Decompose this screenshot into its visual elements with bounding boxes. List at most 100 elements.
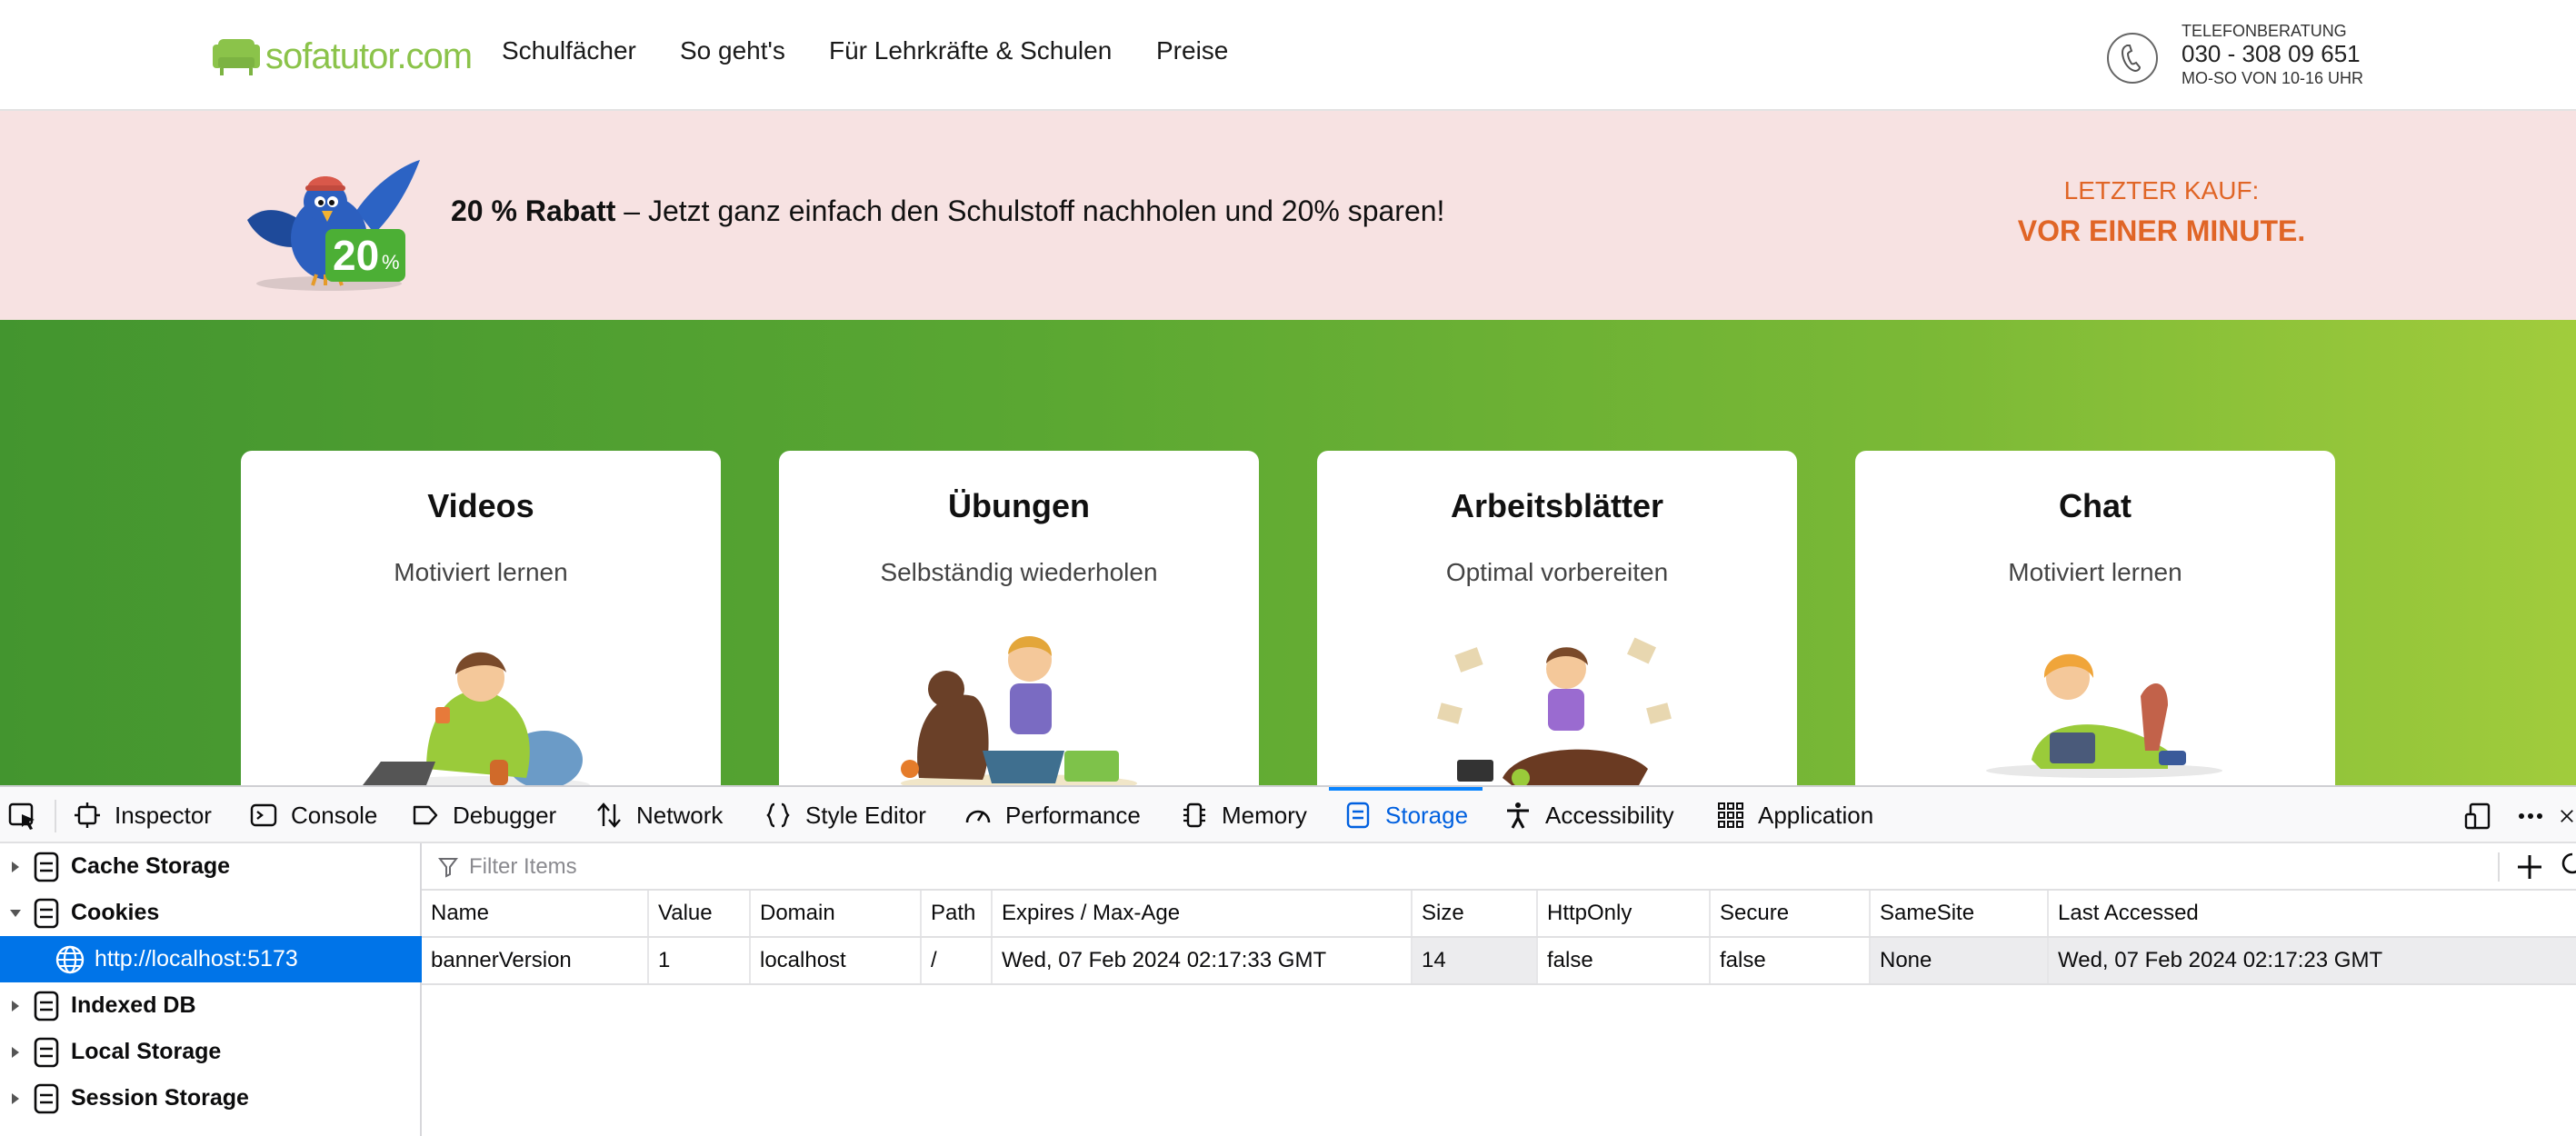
cell-domain[interactable]: localhost bbox=[751, 938, 922, 983]
table-row[interactable]: bannerVersion 1 localhost / Wed, 07 Feb … bbox=[422, 938, 2576, 985]
promo-banner[interactable]: 20 % 20 % Rabatt – Jetzt ganz einfach de… bbox=[0, 111, 2576, 320]
column-header-name[interactable]: Name bbox=[422, 891, 649, 936]
last-purchase-label: LETZTER KAUF: bbox=[2063, 176, 2260, 204]
debugger-icon bbox=[413, 805, 438, 825]
tree-item-session-storage[interactable]: Session Storage bbox=[0, 1075, 422, 1121]
feature-card-arbeitsblaetter[interactable]: Arbeitsblätter Optimal vorbereiten bbox=[1317, 451, 1797, 785]
tab-accessibility[interactable]: Accessibility bbox=[1503, 787, 1674, 843]
cell-samesite[interactable]: None bbox=[1871, 938, 2049, 983]
tree-item-cookies[interactable]: Cookies bbox=[0, 890, 422, 936]
nav-so-gehts[interactable]: So geht's bbox=[680, 36, 785, 65]
tree-item-localhost-cookies[interactable]: http://localhost:5173 bbox=[0, 936, 422, 982]
table-header: Name Value Domain Path Expires / Max-Age… bbox=[422, 891, 2576, 938]
column-header-domain[interactable]: Domain bbox=[751, 891, 922, 936]
card-title: Chat bbox=[2059, 487, 2132, 524]
column-header-value[interactable]: Value bbox=[649, 891, 751, 936]
column-header-httponly[interactable]: HttpOnly bbox=[1538, 891, 1711, 936]
tree-item-indexed-db[interactable]: Indexed DB bbox=[0, 982, 422, 1029]
card-subtitle: Optimal vorbereiten bbox=[1445, 558, 1669, 586]
tab-label: Storage bbox=[1385, 801, 1469, 829]
column-header-last-accessed[interactable]: Last Accessed bbox=[2049, 891, 2576, 936]
storage-icon bbox=[34, 1037, 59, 1067]
refresh-button[interactable] bbox=[2558, 849, 2576, 885]
card-title: Arbeitsblätter bbox=[1450, 487, 1664, 524]
tab-label: Performance bbox=[1005, 801, 1141, 829]
cell-size[interactable]: 14 bbox=[1413, 938, 1538, 983]
more-options-icon[interactable] bbox=[2514, 802, 2547, 831]
tab-console[interactable]: Console bbox=[249, 787, 377, 843]
cell-last-accessed[interactable]: Wed, 07 Feb 2024 02:17:23 GMT bbox=[2049, 938, 2576, 983]
cell-name[interactable]: bannerVersion bbox=[422, 938, 649, 983]
feature-card-uebungen[interactable]: Übungen Selbständig wiederholen bbox=[779, 451, 1259, 785]
filter-items-input[interactable] bbox=[433, 849, 1978, 885]
tab-application[interactable]: Application bbox=[1716, 787, 1873, 843]
feature-card-videos[interactable]: Videos Motiviert lernen bbox=[241, 451, 721, 785]
close-devtools-icon[interactable] bbox=[2558, 802, 2576, 831]
collapse-arrow-icon[interactable] bbox=[0, 908, 31, 919]
feature-card-chat[interactable]: Chat Motiviert lernen bbox=[1855, 451, 2335, 785]
phone-hours: MO-SO VON 10-16 UHR bbox=[2182, 69, 2364, 87]
tab-label: Accessibility bbox=[1545, 801, 1674, 829]
logo-text: sofatutor.com bbox=[265, 35, 473, 76]
tab-memory[interactable]: Memory bbox=[1180, 787, 1307, 843]
tab-storage[interactable]: Storage bbox=[1328, 787, 1483, 843]
column-header-expires[interactable]: Expires / Max-Age bbox=[993, 891, 1413, 936]
storage-icon bbox=[1346, 802, 1370, 829]
column-header-size[interactable]: Size bbox=[1413, 891, 1538, 936]
student-dog-illustration-icon bbox=[901, 635, 1137, 785]
tab-label: Inspector bbox=[115, 801, 212, 829]
cell-path[interactable]: / bbox=[922, 938, 993, 983]
column-header-secure[interactable]: Secure bbox=[1711, 891, 1871, 936]
badge-number: 20 bbox=[333, 232, 379, 279]
expand-arrow-icon[interactable] bbox=[0, 1045, 31, 1060]
nav-schulfaecher[interactable]: Schulfächer bbox=[502, 36, 636, 65]
storage-icon bbox=[34, 852, 59, 882]
phone-number[interactable]: 030 - 308 09 651 bbox=[2182, 40, 2361, 68]
tab-label: Console bbox=[291, 801, 378, 829]
tree-item-local-storage[interactable]: Local Storage bbox=[0, 1029, 422, 1075]
expand-arrow-icon[interactable] bbox=[0, 860, 31, 874]
inspector-icon bbox=[75, 802, 100, 828]
tree-item-label: Indexed DB bbox=[71, 992, 196, 1018]
nav-lehrkraefte-schulen[interactable]: Für Lehrkräfte & Schulen bbox=[829, 36, 1112, 65]
tab-performance[interactable]: Performance bbox=[964, 787, 1141, 843]
refresh-icon bbox=[2561, 852, 2576, 874]
devtools-toolbar: Inspector Console Debugger Network Style… bbox=[0, 785, 2576, 843]
tab-label: Memory bbox=[1222, 801, 1307, 829]
style-editor-icon bbox=[766, 802, 790, 828]
promo-headline-bold: 20 % Rabatt bbox=[451, 194, 616, 227]
tree-item-label: http://localhost:5173 bbox=[95, 946, 298, 972]
tree-item-label: Cookies bbox=[71, 900, 160, 925]
tab-network[interactable]: Network bbox=[594, 787, 723, 843]
cookie-table-panel: Name Value Domain Path Expires / Max-Age… bbox=[422, 843, 2576, 1136]
column-header-samesite[interactable]: SameSite bbox=[1871, 891, 2049, 936]
column-header-path[interactable]: Path bbox=[922, 891, 993, 936]
cell-httponly[interactable]: false bbox=[1538, 938, 1711, 983]
bird-mascot-icon: 20 % bbox=[247, 160, 420, 291]
storage-icon bbox=[34, 1083, 59, 1113]
cell-value[interactable]: 1 bbox=[649, 938, 751, 983]
cell-secure[interactable]: false bbox=[1711, 938, 1871, 983]
memory-icon bbox=[1183, 802, 1205, 828]
promo-headline-rest: – Jetzt ganz einfach den Schulstoff nach… bbox=[615, 194, 1445, 227]
student-laptop-illustration-icon bbox=[363, 652, 590, 785]
card-title: Übungen bbox=[948, 487, 1090, 524]
card-subtitle: Selbständig wiederholen bbox=[880, 558, 1158, 586]
nav-preise[interactable]: Preise bbox=[1156, 36, 1228, 65]
expand-arrow-icon[interactable] bbox=[0, 999, 31, 1013]
site-header: sofatutor.com Schulfächer So geht's Für … bbox=[0, 0, 2576, 111]
tree-item-label: Cache Storage bbox=[71, 853, 231, 879]
console-icon bbox=[250, 803, 277, 827]
cell-expires[interactable]: Wed, 07 Feb 2024 02:17:33 GMT bbox=[993, 938, 1413, 983]
tree-item-cache-storage[interactable]: Cache Storage bbox=[0, 843, 422, 890]
expand-arrow-icon[interactable] bbox=[0, 1091, 31, 1106]
sofatutor-logo[interactable]: sofatutor.com bbox=[211, 31, 473, 82]
add-item-button[interactable] bbox=[2503, 847, 2556, 887]
tab-debugger[interactable]: Debugger bbox=[411, 787, 556, 843]
sofa-logo-icon bbox=[213, 39, 260, 75]
tab-inspector[interactable]: Inspector bbox=[73, 787, 212, 843]
element-picker-icon[interactable] bbox=[7, 802, 38, 831]
tab-style-editor[interactable]: Style Editor bbox=[764, 787, 926, 843]
filter-bar bbox=[422, 843, 2576, 891]
responsive-design-mode-icon[interactable] bbox=[2461, 802, 2494, 831]
